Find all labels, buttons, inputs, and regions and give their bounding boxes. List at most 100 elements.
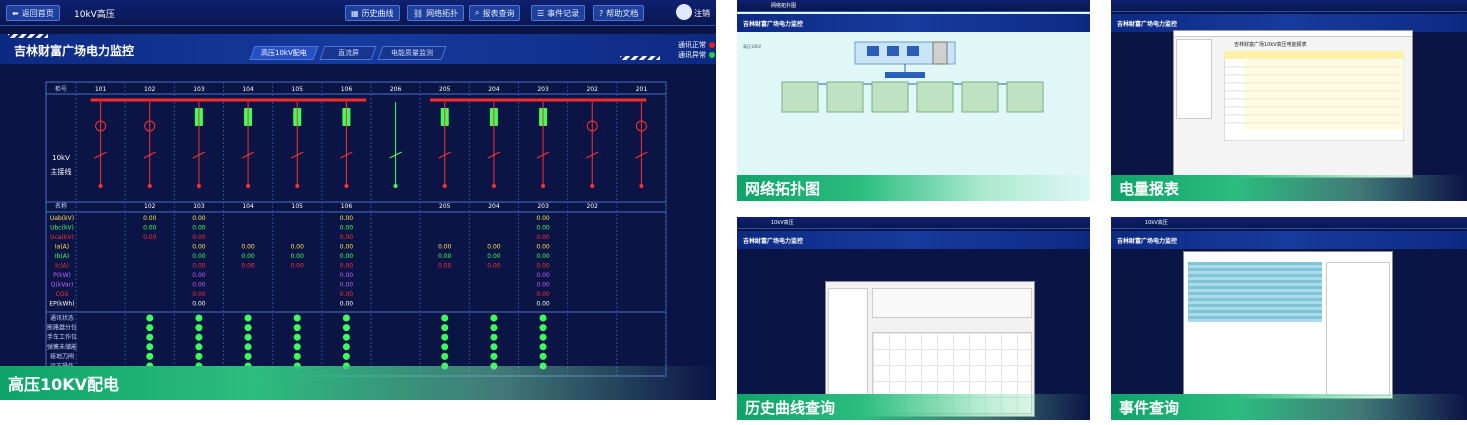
status-label: 断路器分位 xyxy=(47,324,77,332)
cabinet-number: 203 xyxy=(537,86,549,93)
status-indicator-icon xyxy=(244,333,252,341)
single-line-diagram: 柜号 101 102 103 104 105 106 206 205 204 203 202 201 10… xyxy=(45,81,667,377)
status-indicator-icon xyxy=(146,343,154,351)
measure-value: 0.00 xyxy=(340,225,354,232)
page-title: 吉林财富广场电力监控 xyxy=(14,44,135,58)
breadcrumb: 10kV高压 xyxy=(74,10,115,20)
measure-value: 0.00 xyxy=(192,253,206,260)
status-indicator-icon xyxy=(146,333,154,341)
tab-hv-10kv[interactable]: 高压10kV配电 xyxy=(249,46,319,60)
measure-value: 0.00 xyxy=(291,244,305,251)
tab-dc-panel[interactable]: 直流屏 xyxy=(319,46,377,60)
report-table-title: 吉林财富广场10kV高压电能报表 xyxy=(1234,42,1307,48)
cabinet-number: 202 xyxy=(587,86,599,93)
status-indicator-icon xyxy=(441,314,449,322)
measure-value: 0.00 xyxy=(143,215,157,222)
side-label-10kv: 10kV xyxy=(52,154,70,162)
legend-comm-err: 通讯异常 xyxy=(678,50,715,60)
tab-power-quality[interactable]: 电能质量监测 xyxy=(377,46,447,60)
feeder-name: 102 xyxy=(144,203,156,210)
logout-label[interactable]: 注销 xyxy=(694,8,710,19)
top-bar: ⬅ 返回首页 10kV高压 ▦ 历史曲线 ⛓ 网络拓扑 ⌕ 报表查询 ☰ 事件记录 ? 帮… xyxy=(0,0,716,26)
status-indicator-icon xyxy=(195,324,203,332)
status-indicator-icon xyxy=(293,352,301,360)
cabinet-number: 205 xyxy=(439,86,451,93)
avatar[interactable] xyxy=(676,4,692,20)
back-home-button[interactable]: ⬅ 返回首页 xyxy=(6,5,60,21)
cabinet-number: 102 xyxy=(144,86,156,93)
measure-value: 0.00 xyxy=(487,253,501,260)
topology-title: 吉林财富广场电力监控 xyxy=(743,21,804,28)
legend-comm-ok: 通讯正常 xyxy=(678,40,715,50)
status-indicator-icon xyxy=(490,352,498,360)
events-list xyxy=(1188,262,1322,322)
cabinet-number: 105 xyxy=(292,86,304,93)
ground-icon xyxy=(246,184,251,188)
topology-breadcrumb: 网络拓扑图 xyxy=(771,3,797,9)
measure-value: 0.00 xyxy=(192,272,206,279)
status-indicator-icon xyxy=(293,333,301,341)
caption-topology: 网络拓扑图 xyxy=(737,175,1090,201)
measure-value: 0.00 xyxy=(536,282,550,289)
measure-value: 0.00 xyxy=(438,244,452,251)
events-top-bar: 10kV高压 xyxy=(1111,217,1467,229)
measure-label: EP(kWh) xyxy=(49,301,74,308)
report-title: 吉林财富广场电力监控 xyxy=(1117,21,1178,28)
measure-label: Uab(kV) xyxy=(50,215,74,222)
ground-icon xyxy=(442,184,447,188)
topology-panel: 网络拓扑图 吉林财富广场电力监控 高压10kV 网络拓扑图 xyxy=(737,0,1090,201)
chart-icon: ▦ xyxy=(351,8,359,18)
history-form xyxy=(872,288,1032,318)
events-window xyxy=(1183,251,1393,399)
status-indicator-icon xyxy=(441,352,449,360)
status-indicator-icon xyxy=(490,333,498,341)
feeder-name: 104 xyxy=(242,203,254,210)
history-title: 吉林财富广场电力监控 xyxy=(743,238,804,245)
status-label: 接地刀闸 xyxy=(50,352,74,360)
stripe-decoration-right xyxy=(620,56,660,60)
status-indicator-icon xyxy=(195,314,203,322)
report-window: 吉林财富广场10kV高压电能报表 xyxy=(1173,30,1413,178)
measure-value: 0.00 xyxy=(536,301,550,308)
name-label: 名称 xyxy=(55,202,67,210)
status-indicator-icon xyxy=(539,314,547,322)
stripe-decoration xyxy=(8,34,48,38)
measure-value: 0.00 xyxy=(340,244,354,251)
feeder-name: 202 xyxy=(587,203,599,210)
history-panel: 10kV高压 吉林财富广场电力监控 历史曲线查询 xyxy=(737,217,1090,420)
measure-value: 0.00 xyxy=(340,234,354,241)
feeder-name: 105 xyxy=(292,203,304,210)
measure-value: 0.00 xyxy=(241,253,255,260)
measure-value: 0.00 xyxy=(536,263,550,270)
events-title: 吉林财富广场电力监控 xyxy=(1117,238,1178,245)
status-label: 弹簧未储能 xyxy=(47,343,77,351)
status-indicator-icon xyxy=(441,333,449,341)
header-label: 柜号 xyxy=(55,85,67,93)
history-curve-button[interactable]: ▦ 历史曲线 xyxy=(345,5,400,21)
measure-value: 0.00 xyxy=(438,263,452,270)
measure-label: Ia(A) xyxy=(55,244,69,251)
cabinet-number: 104 xyxy=(242,86,254,93)
caption-main: 高压10KV配电 xyxy=(0,366,716,400)
status-indicator-icon xyxy=(539,333,547,341)
help-doc-button[interactable]: ? 帮助文档 xyxy=(593,5,645,21)
measure-value: 0.00 xyxy=(340,263,354,270)
measure-label: COS xyxy=(56,291,69,298)
measure-value: 0.00 xyxy=(291,263,305,270)
back-arrow-icon: ⬅ xyxy=(12,8,19,18)
cabinet-number: 201 xyxy=(636,86,648,93)
measure-label: Ubc(kV) xyxy=(50,225,74,232)
event-log-button[interactable]: ☰ 事件记录 xyxy=(531,5,586,21)
report-query-button[interactable]: ⌕ 报表查询 xyxy=(469,5,521,21)
measure-label: Uca(kV) xyxy=(50,234,74,241)
report-table xyxy=(1224,51,1404,141)
network-topology-button[interactable]: ⛓ 网络拓扑 xyxy=(407,5,465,21)
ground-icon xyxy=(639,184,644,188)
status-indicator-icon xyxy=(244,343,252,351)
feeder-name: 204 xyxy=(488,203,500,210)
measure-value: 0.00 xyxy=(192,301,206,308)
list-icon: ☰ xyxy=(537,8,545,18)
red-dot-icon xyxy=(709,42,715,48)
feeder-name: 106 xyxy=(341,203,353,210)
measure-value: 0.00 xyxy=(340,301,354,308)
